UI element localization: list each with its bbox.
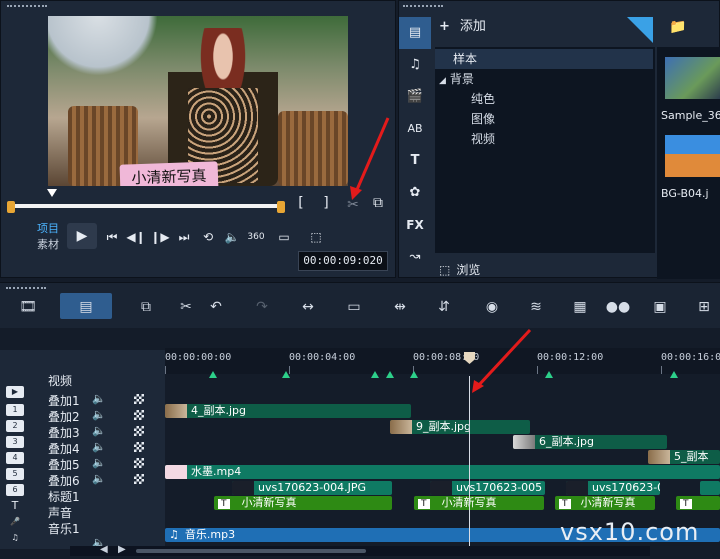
annotation-arrows bbox=[350, 117, 532, 393]
annotation-arrow-scissors bbox=[354, 117, 390, 193]
annotation-arrow-playhead bbox=[476, 328, 532, 388]
watermark-text: vsx10.com bbox=[560, 518, 700, 546]
annotation-arrowhead bbox=[350, 186, 362, 200]
